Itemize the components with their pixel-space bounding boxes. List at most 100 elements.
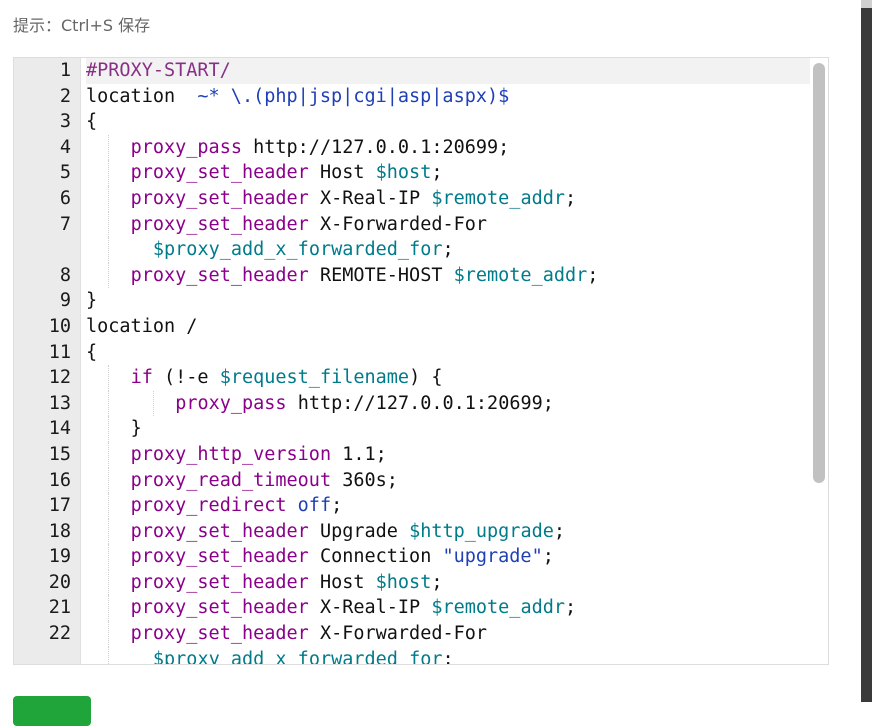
code-token: proxy_pass — [130, 136, 242, 158]
code-line[interactable]: 7 proxy_set_header X-Forwarded-For — [14, 211, 810, 238]
code-line[interactable]: 6 proxy_set_header X-Real-IP $remote_addr… — [14, 185, 810, 212]
code-line[interactable]: 2 location ~* \.(php|jsp|cgi|asp|aspx)$ — [14, 84, 810, 110]
indent-guide — [108, 518, 109, 545]
code-token: proxy_redirect — [130, 495, 287, 517]
code-text[interactable]: proxy_pass http://127.0.0.1:20699; — [86, 134, 810, 161]
code-line[interactable]: 13 proxy_pass http://127.0.0.1:20699; — [14, 390, 810, 417]
code-line[interactable]: 21 proxy_set_header X-Real-IP $remote_add… — [14, 595, 810, 622]
code-line[interactable]: $proxy_add_x_forwarded_for; — [14, 237, 810, 263]
code-token: X-Real-IP — [308, 597, 432, 619]
code-line[interactable]: 12 if (!-e $request_filename) { — [14, 365, 810, 391]
code-line[interactable]: 11 { — [14, 340, 810, 366]
code-text[interactable]: proxy_set_header REMOTE-HOST $remote_add… — [86, 262, 810, 289]
code-text[interactable]: { — [86, 340, 810, 366]
code-token: } — [130, 418, 142, 440]
code-editor[interactable]: 1 #PROXY-START/2 location ~* \.(php|jsp|cg… — [13, 57, 829, 665]
code-text[interactable]: { — [86, 109, 810, 135]
code-token: Connection — [308, 546, 443, 568]
code-text[interactable]: $proxy_add_x_forwarded_for; — [86, 237, 810, 263]
code-lines[interactable]: 1 #PROXY-START/2 location ~* \.(php|jsp|cg… — [14, 58, 810, 665]
code-token: $remote_addr — [431, 597, 565, 619]
indent-guide — [108, 416, 109, 442]
code-token: ; — [542, 546, 554, 568]
code-token: Host — [308, 162, 376, 184]
code-token: "upgrade" — [442, 546, 543, 568]
code-line[interactable]: 4 proxy_pass http://127.0.0.1:20699; — [14, 134, 810, 161]
code-line[interactable]: 20 proxy_set_header Host $host; — [14, 569, 810, 596]
code-text[interactable]: proxy_set_header Upgrade $http_upgrade; — [86, 518, 810, 545]
code-line[interactable]: 10 location / — [14, 314, 810, 340]
code-line[interactable]: 5 proxy_set_header Host $host; — [14, 160, 810, 186]
line-number: 17 — [48, 495, 71, 517]
line-number: 2 — [59, 85, 71, 107]
code-line[interactable]: 16 proxy_read_timeout 360s; — [14, 467, 810, 494]
code-text[interactable]: proxy_set_header X-Forwarded-For — [86, 621, 810, 647]
code-token: Upgrade — [308, 520, 410, 542]
save-button[interactable] — [13, 696, 91, 726]
indent-guide — [108, 646, 109, 664]
code-text[interactable]: proxy_set_header X-Real-IP $remote_addr; — [86, 595, 810, 622]
code-line[interactable]: 9} — [14, 288, 810, 314]
code-text[interactable]: proxy_redirect off; — [86, 493, 810, 519]
code-token: Host — [308, 571, 376, 593]
code-line[interactable]: 8 proxy_set_header REMOTE-HOST $remote_ad… — [14, 262, 810, 289]
code-text[interactable]: proxy_set_header Host $host; — [86, 569, 810, 596]
indent-guide — [108, 493, 109, 519]
line-number: 6 — [59, 187, 71, 209]
indent-guide — [152, 390, 154, 417]
code-text[interactable]: proxy_set_header X-Forwarded-For — [86, 211, 810, 238]
code-line[interactable]: 17 proxy_redirect off; — [14, 493, 810, 519]
code-text[interactable]: } — [86, 416, 810, 442]
code-line[interactable]: 18 proxy_set_header Upgrade $http_upgrade… — [14, 518, 810, 545]
code-text[interactable]: proxy_http_version 1.1; — [86, 441, 810, 468]
line-number: 20 — [48, 571, 71, 593]
code-text[interactable]: proxy_pass http://127.0.0.1:20699; — [86, 390, 810, 417]
code-token: $host — [375, 162, 432, 184]
line-number: 22 — [48, 623, 71, 645]
code-token: location / — [86, 315, 198, 337]
code-token: http://127.0.0.1:20699; — [241, 136, 510, 158]
code-text[interactable]: proxy_read_timeout 360s; — [86, 467, 810, 494]
code-token: ; — [587, 264, 599, 286]
line-number: 12 — [48, 367, 71, 389]
code-text[interactable]: $proxy_add_x_forwarded_for; — [86, 646, 810, 665]
code-line[interactable]: $proxy_add_x_forwarded_for; — [14, 646, 810, 665]
indent-guide — [108, 262, 109, 289]
editor-scrollbar[interactable] — [810, 58, 828, 664]
code-token: ; — [442, 648, 454, 665]
line-number: 3 — [59, 111, 71, 133]
line-number: 15 — [48, 443, 71, 465]
code-token: proxy_http_version — [130, 443, 332, 465]
code-line[interactable]: 15 proxy_http_version 1.1; — [14, 441, 810, 468]
code-text[interactable]: location ~* \.(php|jsp|cgi|asp|aspx)$ — [86, 84, 810, 110]
line-number: 8 — [59, 264, 71, 286]
code-text[interactable]: } — [86, 288, 810, 314]
code-token: $proxy_add_x_forwarded_for — [152, 239, 443, 261]
code-text[interactable]: #PROXY-START/ — [86, 58, 810, 84]
code-text[interactable]: if (!-e $request_filename) { — [86, 365, 810, 391]
code-text[interactable]: location / — [86, 314, 810, 340]
code-token: proxy_set_header — [130, 213, 309, 235]
line-number: 18 — [48, 520, 71, 542]
code-line[interactable]: 3{ — [14, 109, 810, 135]
code-token: ; — [431, 162, 443, 184]
code-text[interactable]: proxy_set_header X-Real-IP $remote_addr; — [86, 185, 810, 212]
line-number: 21 — [48, 597, 71, 619]
code-text[interactable]: proxy_set_header Connection "upgrade"; — [86, 544, 810, 570]
code-text[interactable]: proxy_set_header Host $host; — [86, 160, 810, 186]
code-line[interactable]: 19 proxy_set_header Connection "upgrade"; — [14, 544, 810, 570]
line-number: 16 — [48, 469, 71, 491]
code-token: $http_upgrade — [409, 520, 554, 542]
line-number: 10 — [48, 315, 71, 337]
window-edge — [861, 0, 872, 702]
indent-guide — [108, 211, 109, 238]
code-token: #PROXY-START/ — [86, 60, 231, 81]
code-line[interactable]: 1 #PROXY-START/ — [14, 58, 810, 84]
indent-guide — [108, 544, 109, 570]
code-line[interactable]: 14} — [14, 416, 810, 442]
code-line[interactable]: 22 proxy_set_header X-Forwarded-For — [14, 621, 810, 647]
code-token: { — [86, 341, 98, 363]
editor-scrollbar-thumb[interactable] — [813, 63, 825, 483]
line-number: 7 — [59, 213, 71, 235]
